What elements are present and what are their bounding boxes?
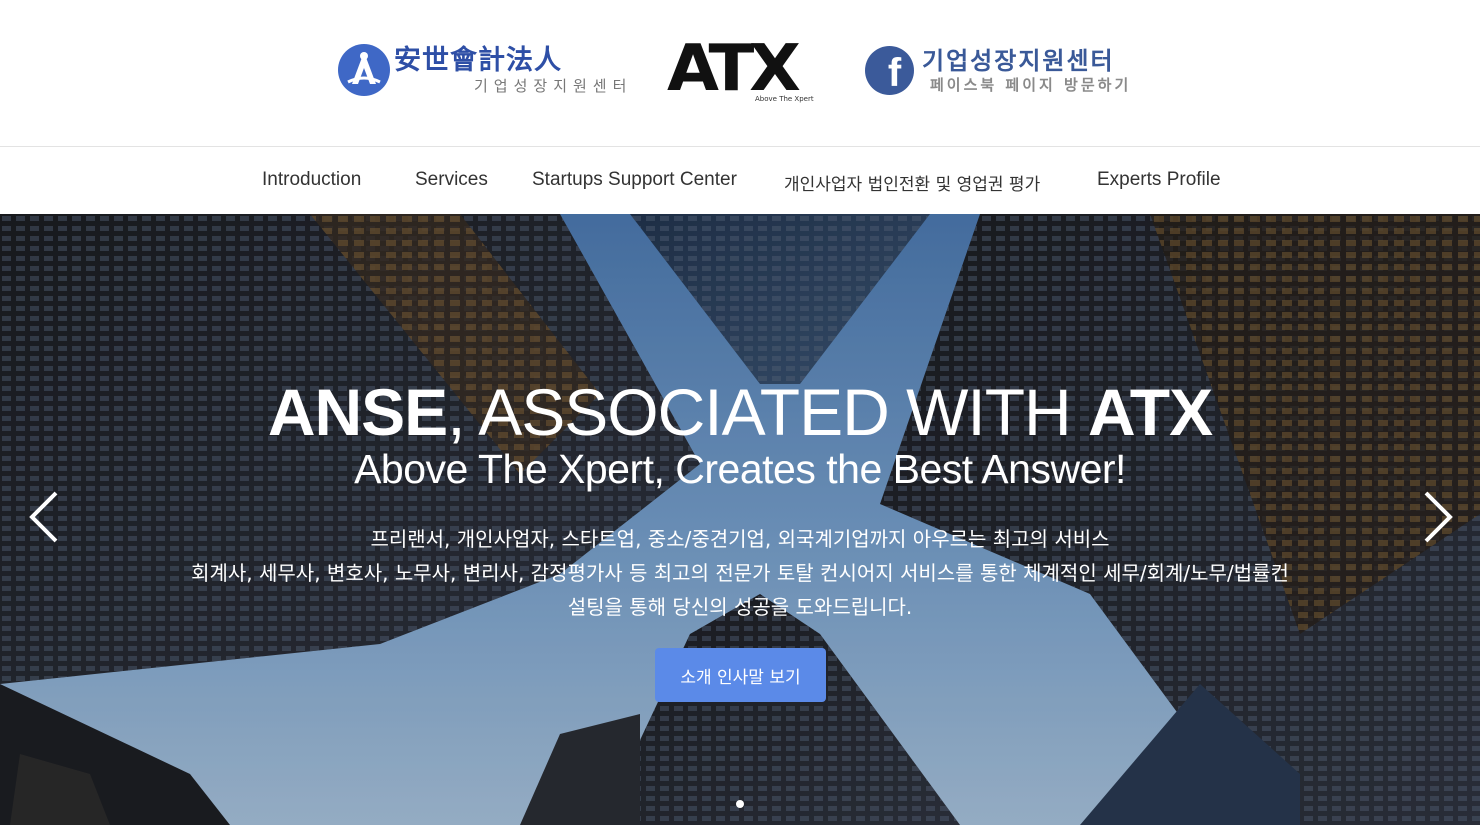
chevron-left-icon <box>29 491 58 543</box>
anse-logo-title: 安世會計法人 <box>394 45 562 76</box>
intro-greeting-button[interactable]: 소개 인사말 보기 <box>655 648 826 702</box>
hero-carousel: ANSE, ASSOCIATED WITH ATX Above The Xper… <box>0 214 1480 825</box>
hero-headline-atx: ATX <box>1088 375 1213 449</box>
hero-description-line: 회계사, 세무사, 변호사, 노무사, 변리사, 감정평가사 등 최고의 전문가… <box>191 561 1289 585</box>
hero-description-line: 설팅을 통해 당신의 성공을 도와드립니다. <box>567 595 913 619</box>
anse-emblem-icon <box>338 44 390 96</box>
anse-logo-subtitle: 기업성장지원센터 <box>474 77 633 95</box>
carousel-dot-active[interactable] <box>736 800 744 808</box>
facebook-page-link[interactable]: f 기업성장지원센터 페이스북 페이지 방문하기 <box>865 46 1131 95</box>
atx-logo-tagline: Above The Xpert <box>755 95 814 103</box>
carousel-prev-button[interactable] <box>24 489 64 545</box>
nav-item-experts-profile[interactable]: Experts Profile <box>1097 169 1221 191</box>
anse-logo-link[interactable]: 安世會計法人 기업성장지원센터 <box>338 44 632 96</box>
hero-subheadline: Above The Xpert, Creates the Best Answer… <box>354 446 1126 492</box>
hero-headline: ANSE, ASSOCIATED WITH ATX <box>0 374 1480 450</box>
atx-logo-wordmark: ATX <box>667 32 801 106</box>
hero-headline-middle: , ASSOCIATED WITH <box>447 375 1089 449</box>
logo-header: 安世會計法人 기업성장지원센터 ATX Above The Xpert f 기업… <box>0 0 1480 146</box>
carousel-next-button[interactable] <box>1418 489 1458 545</box>
nav-item-corporate-conversion[interactable]: 개인사업자 법인전환 및 영업권 평가 <box>784 170 1040 195</box>
facebook-logo-subtitle: 페이스북 페이지 방문하기 <box>930 75 1132 94</box>
hero-description-line: 프리랜서, 개인사업자, 스타트업, 중소/중견기업, 외국계기업까지 아우르는… <box>370 527 1110 551</box>
nav-item-startups-support-center[interactable]: Startups Support Center <box>532 169 737 191</box>
facebook-icon: f <box>865 46 914 95</box>
facebook-logo-title: 기업성장지원센터 <box>922 46 1115 75</box>
hero-description: 프리랜서, 개인사업자, 스타트업, 중소/중견기업, 외국계기업까지 아우르는… <box>100 522 1380 624</box>
nav-item-introduction[interactable]: Introduction <box>262 169 361 191</box>
main-nav: Introduction Services Startups Support C… <box>0 146 1480 214</box>
nav-item-services[interactable]: Services <box>415 169 488 191</box>
carousel-indicators <box>0 800 1480 808</box>
chevron-right-icon <box>1424 491 1453 543</box>
hero-headline-anse: ANSE <box>267 375 448 449</box>
atx-logo-link[interactable]: ATX Above The Xpert <box>667 37 815 104</box>
